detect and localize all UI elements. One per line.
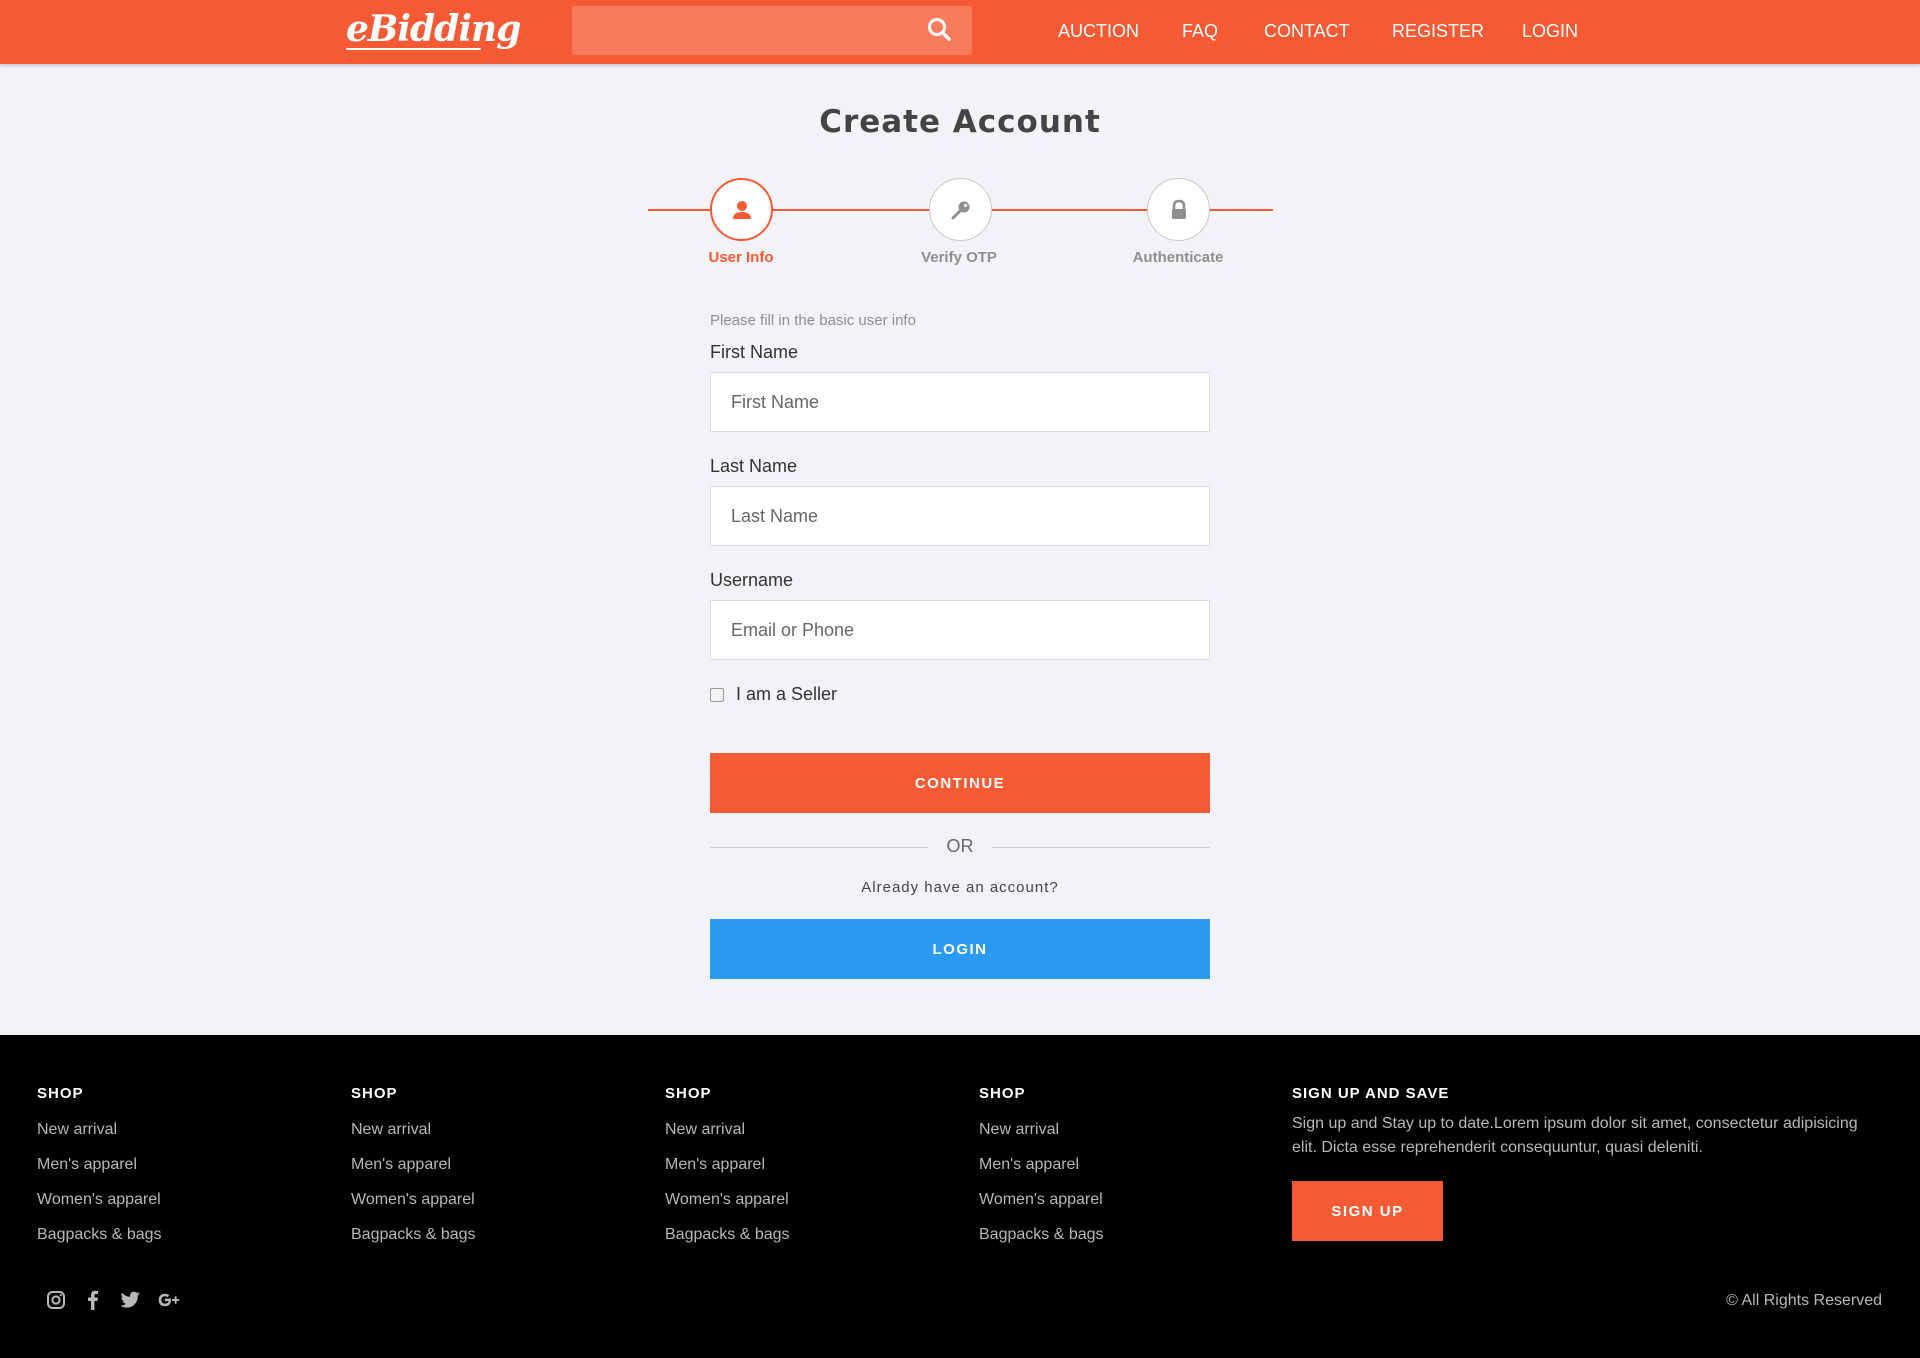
divider <box>992 847 1210 848</box>
site-logo[interactable]: eBidding <box>346 8 521 50</box>
copyright-text: © All Rights Reserved <box>1726 1292 1882 1309</box>
nav-login[interactable]: LOGIN <box>1522 21 1578 42</box>
username-label: Username <box>710 570 794 590</box>
search-input[interactable] <box>572 6 922 55</box>
nav-register[interactable]: REGISTER <box>1392 21 1484 42</box>
footer-column-title: SHOP <box>665 1085 712 1102</box>
twitter-icon <box>120 1291 140 1308</box>
last-name-input[interactable] <box>710 486 1210 546</box>
already-have-account-text: Already have an account? <box>861 879 1059 896</box>
footer-link-new-arrival[interactable]: New arrival <box>979 1121 1059 1139</box>
footer-column-title: SHOP <box>37 1085 84 1102</box>
logo-swash <box>346 48 481 50</box>
instagram-icon <box>47 1291 65 1309</box>
form-hint: Please fill in the basic user info <box>710 312 916 329</box>
stepper-line <box>991 209 1147 211</box>
stepper-line <box>648 209 710 211</box>
user-icon <box>732 200 751 219</box>
seller-checkbox-label[interactable]: I am a Seller <box>736 684 837 705</box>
stepper-line <box>773 209 929 211</box>
footer-link-bags[interactable]: Bagpacks & bags <box>665 1226 790 1244</box>
signup-button[interactable]: SIGN UP <box>1292 1181 1443 1241</box>
facebook-icon <box>88 1290 98 1310</box>
instagram-link[interactable] <box>44 1288 68 1312</box>
signup-title: SIGN UP AND SAVE <box>1292 1085 1450 1102</box>
first-name-input[interactable] <box>710 372 1210 432</box>
step-verify-otp[interactable] <box>929 178 992 241</box>
footer: SHOP New arrival Men's apparel Women's a… <box>0 1035 1920 1358</box>
footer-link-new-arrival[interactable]: New arrival <box>37 1121 117 1139</box>
footer-link-womens-apparel[interactable]: Women's apparel <box>37 1191 161 1209</box>
footer-link-bags[interactable]: Bagpacks & bags <box>37 1226 162 1244</box>
first-name-label: First Name <box>710 342 799 362</box>
footer-column-title: SHOP <box>979 1085 1026 1102</box>
nav-faq[interactable]: FAQ <box>1182 21 1218 42</box>
footer-link-womens-apparel[interactable]: Women's apparel <box>979 1191 1103 1209</box>
seller-checkbox[interactable] <box>710 688 724 702</box>
footer-link-bags[interactable]: Bagpacks & bags <box>979 1226 1104 1244</box>
footer-link-bags[interactable]: Bagpacks & bags <box>351 1226 476 1244</box>
footer-link-new-arrival[interactable]: New arrival <box>665 1121 745 1139</box>
google-plus-link[interactable] <box>157 1288 181 1312</box>
divider <box>710 847 928 848</box>
search-box <box>572 6 972 55</box>
footer-link-mens-apparel[interactable]: Men's apparel <box>665 1156 765 1174</box>
footer-link-mens-apparel[interactable]: Men's apparel <box>351 1156 451 1174</box>
username-input[interactable] <box>710 600 1210 660</box>
search-icon <box>928 18 951 41</box>
footer-link-mens-apparel[interactable]: Men's apparel <box>37 1156 137 1174</box>
footer-column-title: SHOP <box>351 1085 398 1102</box>
continue-button[interactable]: CONTINUE <box>710 753 1210 813</box>
login-button[interactable]: LOGIN <box>710 919 1210 979</box>
step-user-info[interactable] <box>710 178 773 241</box>
step-label-verify-otp: Verify OTP <box>921 249 997 266</box>
last-name-label: Last Name <box>710 456 798 476</box>
page-title: Create Account <box>819 104 1101 140</box>
signup-description: Sign up and Stay up to date.Lorem ipsum … <box>1292 1115 1858 1156</box>
top-navbar: eBidding AUCTION FAQ CONTACT REGISTER LO… <box>0 0 1920 64</box>
footer-link-womens-apparel[interactable]: Women's apparel <box>665 1191 789 1209</box>
or-separator: OR <box>946 836 974 856</box>
step-label-user-info: User Info <box>708 249 774 266</box>
key-icon <box>951 201 969 219</box>
step-label-authenticate: Authenticate <box>1132 249 1224 266</box>
nav-auction[interactable]: AUCTION <box>1058 21 1139 42</box>
stepper-line <box>1209 209 1273 211</box>
search-button[interactable] <box>924 14 956 46</box>
facebook-link[interactable] <box>81 1288 105 1312</box>
nav-contact[interactable]: CONTACT <box>1264 21 1350 42</box>
footer-link-womens-apparel[interactable]: Women's apparel <box>351 1191 475 1209</box>
footer-link-new-arrival[interactable]: New arrival <box>351 1121 431 1139</box>
step-authenticate[interactable] <box>1147 178 1210 241</box>
google-plus-icon <box>158 1293 180 1307</box>
lock-icon <box>1171 199 1186 219</box>
footer-link-mens-apparel[interactable]: Men's apparel <box>979 1156 1079 1174</box>
twitter-link[interactable] <box>118 1288 142 1312</box>
